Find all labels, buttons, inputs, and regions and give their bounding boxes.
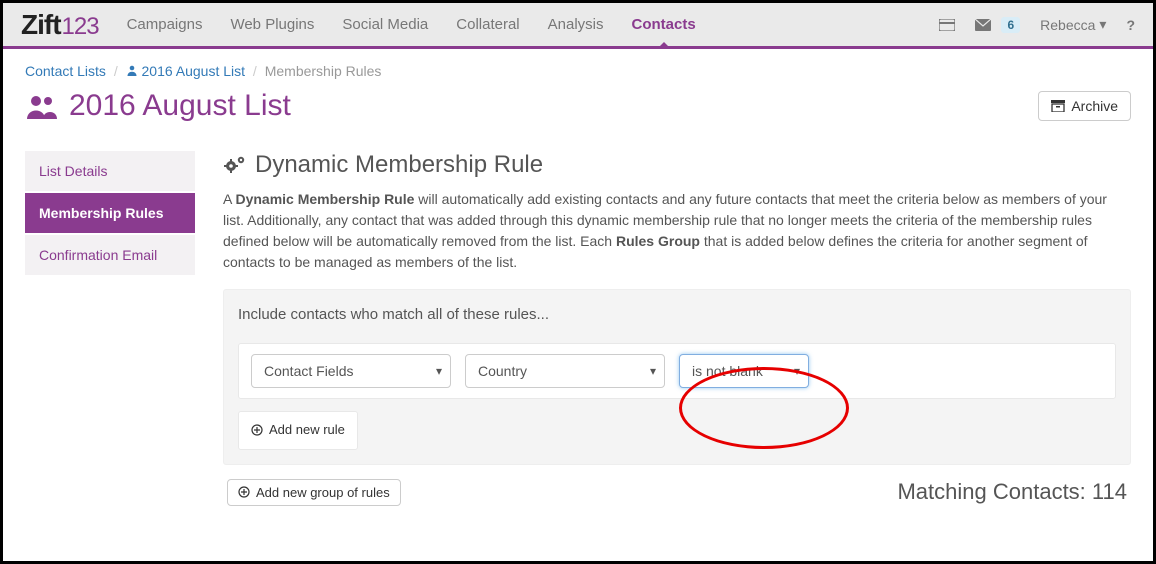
rules-heading: Include contacts who match all of these … bbox=[238, 306, 1116, 323]
breadcrumb-current: Membership Rules bbox=[265, 63, 382, 79]
logo-prefix: Zift bbox=[21, 9, 61, 41]
attribute-select[interactable]: Country bbox=[465, 354, 665, 388]
breadcrumb-root[interactable]: Contact Lists bbox=[25, 63, 106, 79]
operator-select[interactable]: is not blank bbox=[679, 354, 809, 388]
archive-button[interactable]: Archive bbox=[1038, 91, 1131, 121]
credit-card-icon[interactable] bbox=[939, 19, 955, 31]
match-count-value: 114 bbox=[1092, 479, 1127, 504]
field-select[interactable]: Contact Fields bbox=[251, 354, 451, 388]
nav-item-contacts[interactable]: Contacts bbox=[632, 4, 696, 45]
user-menu[interactable]: Rebecca ▾ bbox=[1040, 16, 1106, 33]
section-description: A Dynamic Membership Rule will automatic… bbox=[223, 189, 1131, 273]
operator-select-value: is not blank bbox=[692, 363, 763, 379]
nav-item-campaigns[interactable]: Campaigns bbox=[127, 4, 203, 45]
breadcrumb-sep-2: / bbox=[253, 63, 257, 79]
caret-down-icon: ▾ bbox=[1099, 16, 1106, 33]
add-group-button[interactable]: Add new group of rules bbox=[227, 479, 401, 506]
plus-circle-icon bbox=[251, 424, 263, 436]
plus-circle-icon-2 bbox=[238, 486, 250, 498]
rule-row: Contact Fields Country is not blank bbox=[238, 343, 1116, 399]
user-name: Rebecca bbox=[1040, 17, 1095, 33]
desc-pre: A bbox=[223, 191, 235, 207]
tab-list-details[interactable]: List Details bbox=[25, 151, 195, 191]
breadcrumb-sep: / bbox=[114, 63, 118, 79]
section-title-text: Dynamic Membership Rule bbox=[255, 151, 543, 179]
main-panel: Dynamic Membership Rule A Dynamic Member… bbox=[223, 151, 1131, 506]
desc-bold-1: Dynamic Membership Rule bbox=[235, 191, 414, 207]
matching-contacts: Matching Contacts: 114 bbox=[897, 479, 1127, 505]
archive-icon bbox=[1051, 100, 1065, 112]
nav-item-analysis[interactable]: Analysis bbox=[548, 4, 604, 45]
field-select-value: Contact Fields bbox=[264, 363, 353, 379]
user-icon bbox=[126, 64, 138, 76]
breadcrumb-list[interactable]: 2016 August List bbox=[126, 63, 249, 79]
match-label: Matching Contacts: bbox=[897, 479, 1091, 504]
mail-icon[interactable] bbox=[975, 19, 991, 31]
nav-item-social-media[interactable]: Social Media bbox=[342, 4, 428, 45]
desc-bold-2: Rules Group bbox=[616, 233, 700, 249]
logo[interactable]: Zift 123 bbox=[21, 9, 99, 41]
page-title-text: 2016 August List bbox=[69, 89, 291, 123]
page-header: 2016 August List Archive bbox=[3, 85, 1153, 151]
add-rule-label: Add new rule bbox=[269, 422, 345, 437]
archive-label: Archive bbox=[1071, 98, 1118, 114]
gears-icon bbox=[223, 154, 247, 176]
rules-panel: Include contacts who match all of these … bbox=[223, 289, 1131, 465]
content-columns: List Details Membership Rules Confirmati… bbox=[3, 151, 1153, 506]
add-rule-button[interactable]: Add new rule bbox=[251, 422, 345, 437]
topbar-right: 6 Rebecca ▾ ? bbox=[939, 16, 1135, 33]
tab-confirmation-email[interactable]: Confirmation Email bbox=[25, 235, 195, 275]
page-title: 2016 August List bbox=[25, 89, 291, 123]
section-title: Dynamic Membership Rule bbox=[223, 151, 1131, 179]
logo-suffix: 123 bbox=[62, 13, 99, 41]
nav-items: Campaigns Web Plugins Social Media Colla… bbox=[127, 4, 940, 45]
add-group-label: Add new group of rules bbox=[256, 485, 390, 500]
help-icon[interactable]: ? bbox=[1126, 17, 1135, 33]
breadcrumb: Contact Lists / 2016 August List / Membe… bbox=[3, 49, 1153, 85]
top-navbar: Zift 123 Campaigns Web Plugins Social Me… bbox=[3, 3, 1153, 49]
add-rule-block: Add new rule bbox=[238, 411, 358, 450]
tab-membership-rules[interactable]: Membership Rules bbox=[25, 193, 195, 233]
mail-badge[interactable]: 6 bbox=[1001, 17, 1020, 33]
nav-item-web-plugins[interactable]: Web Plugins bbox=[230, 4, 314, 45]
footer-row: Add new group of rules Matching Contacts… bbox=[223, 465, 1131, 506]
users-icon bbox=[25, 92, 59, 120]
nav-item-collateral[interactable]: Collateral bbox=[456, 4, 519, 45]
attribute-select-value: Country bbox=[478, 363, 527, 379]
breadcrumb-list-label: 2016 August List bbox=[142, 63, 246, 79]
side-tabs: List Details Membership Rules Confirmati… bbox=[25, 151, 195, 506]
